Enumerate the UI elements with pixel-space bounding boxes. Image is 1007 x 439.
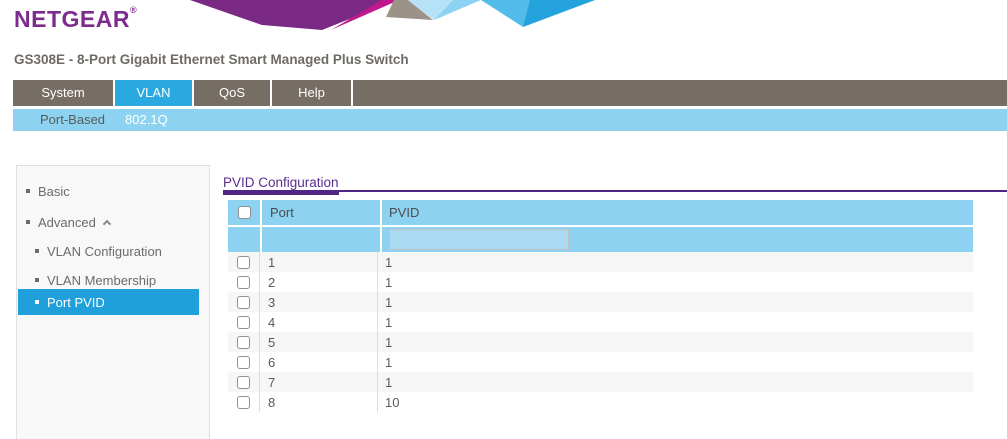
table-header-row: Port PVID — [228, 200, 973, 225]
pvid-cell: 1 — [378, 292, 973, 312]
sidebar-item-port-pvid[interactable]: Port PVID — [18, 289, 199, 315]
vlan-subnav: Port-Based 802.1Q — [13, 109, 1007, 131]
pvid-cell: 1 — [378, 252, 973, 272]
edit-row-port-cell — [262, 227, 380, 252]
row-checkbox[interactable] — [237, 336, 250, 349]
tab-qos[interactable]: QoS — [194, 80, 272, 106]
row-checkbox[interactable] — [237, 256, 250, 269]
table-row: 41 — [228, 312, 973, 332]
row-checkbox[interactable] — [237, 356, 250, 369]
sidebar-item-label: Port PVID — [47, 295, 105, 310]
bullet-icon — [35, 278, 39, 282]
pvid-edit-row — [228, 227, 973, 252]
port-cell: 1 — [260, 252, 378, 272]
row-checkbox-cell — [228, 392, 260, 412]
row-checkbox-cell — [228, 372, 260, 392]
collapse-caret-icon — [103, 219, 111, 227]
pvid-cell: 1 — [378, 352, 973, 372]
bullet-icon — [26, 189, 30, 193]
port-cell: 2 — [260, 272, 378, 292]
netgear-logo: NETGEAR® — [14, 6, 137, 33]
row-checkbox-cell — [228, 312, 260, 332]
table-row: 51 — [228, 332, 973, 352]
port-cell: 4 — [260, 312, 378, 332]
row-checkbox-cell — [228, 352, 260, 372]
row-checkbox[interactable] — [237, 276, 250, 289]
row-checkbox-cell — [228, 332, 260, 352]
tab-vlan[interactable]: VLAN — [115, 80, 194, 106]
port-cell: 6 — [260, 352, 378, 372]
pvid-cell: 1 — [378, 372, 973, 392]
pvid-cell: 1 — [378, 272, 973, 292]
title-underline-accent — [223, 190, 339, 195]
table-row: 11 — [228, 252, 973, 272]
row-checkbox[interactable] — [237, 316, 250, 329]
port-cell: 8 — [260, 392, 378, 412]
select-all-checkbox[interactable] — [238, 206, 251, 219]
sidebar-item-advanced[interactable]: Advanced — [18, 209, 199, 235]
header-banner-graphic — [185, 0, 625, 30]
device-title: GS308E - 8-Port Gigabit Ethernet Smart M… — [14, 52, 409, 67]
bullet-icon — [26, 220, 30, 224]
table-row: 21 — [228, 272, 973, 292]
pvid-cell: 1 — [378, 312, 973, 332]
edit-row-pvid-cell — [382, 227, 973, 252]
pvid-cell: 10 — [378, 392, 973, 412]
row-checkbox[interactable] — [237, 396, 250, 409]
sidebar-item-label: VLAN Configuration — [47, 244, 162, 259]
column-header-pvid: PVID — [382, 200, 973, 225]
table-row: 71 — [228, 372, 973, 392]
port-cell: 3 — [260, 292, 378, 312]
column-header-port: Port — [262, 200, 380, 225]
row-checkbox[interactable] — [237, 376, 250, 389]
pvid-table: Port PVID 11213141516171810 — [228, 200, 973, 412]
tab-help[interactable]: Help — [272, 80, 353, 106]
table-row: 810 — [228, 392, 973, 412]
netgear-switch-ui: NETGEAR® GS308E - 8-Port Gigabit Etherne… — [0, 0, 1007, 439]
subnav-port-based[interactable]: Port-Based — [30, 109, 115, 131]
sidebar: Basic Advanced VLAN Configuration VLAN M… — [16, 165, 210, 439]
sidebar-item-vlan-configuration[interactable]: VLAN Configuration — [18, 238, 199, 264]
sidebar-item-label: VLAN Membership — [47, 273, 156, 288]
table-body: 11213141516171810 — [228, 252, 973, 412]
bullet-icon — [35, 300, 39, 304]
row-checkbox[interactable] — [237, 296, 250, 309]
pvid-cell: 1 — [378, 332, 973, 352]
sidebar-item-basic[interactable]: Basic — [18, 178, 199, 204]
sidebar-item-label: Basic — [38, 184, 70, 199]
title-underline — [223, 190, 1007, 192]
netgear-logo-text: NETGEAR — [14, 6, 130, 32]
table-row: 31 — [228, 292, 973, 312]
subnav-8021q[interactable]: 802.1Q — [115, 109, 178, 131]
port-cell: 7 — [260, 372, 378, 392]
port-cell: 5 — [260, 332, 378, 352]
row-checkbox-cell — [228, 292, 260, 312]
bullet-icon — [35, 249, 39, 253]
pvid-input[interactable] — [389, 229, 569, 250]
header-checkbox-cell — [228, 200, 260, 225]
registered-trademark-icon: ® — [130, 5, 137, 15]
sidebar-item-label: Advanced — [38, 215, 96, 230]
page-title: PVID Configuration — [223, 175, 339, 190]
row-checkbox-cell — [228, 252, 260, 272]
table-row: 61 — [228, 352, 973, 372]
row-checkbox-cell — [228, 272, 260, 292]
main-nav: System VLAN QoS Help — [13, 80, 1007, 106]
tab-system[interactable]: System — [13, 80, 115, 106]
edit-row-checkbox-cell — [228, 227, 260, 252]
